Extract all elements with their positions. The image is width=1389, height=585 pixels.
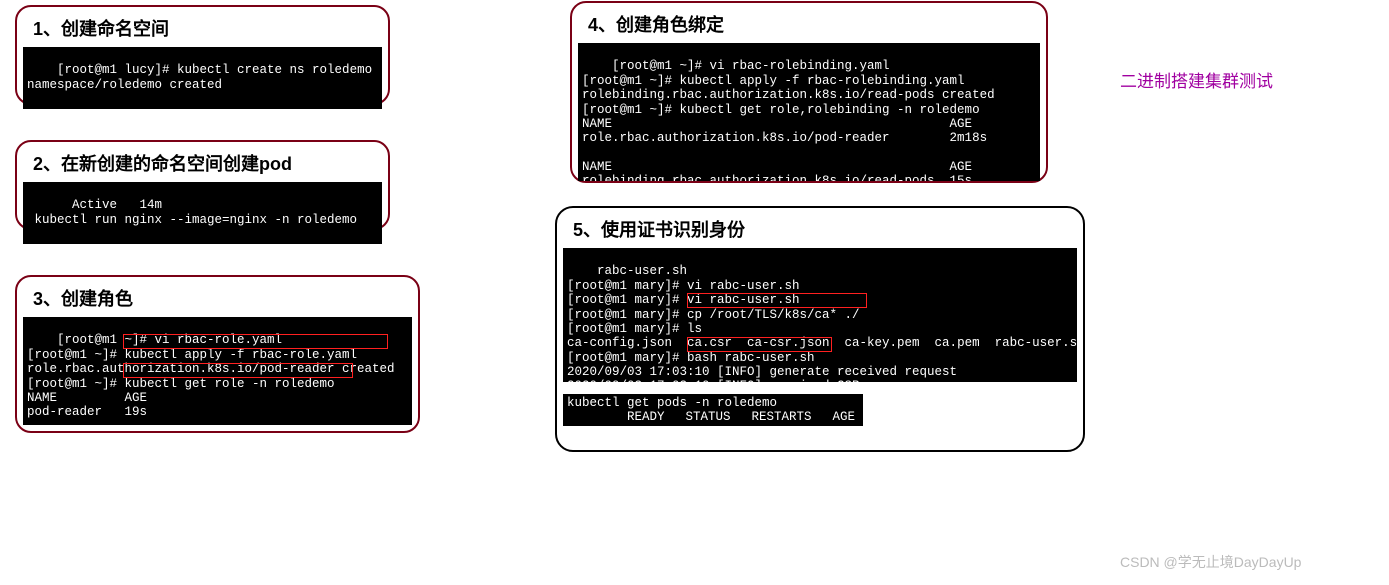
box-5-cert: 5、使用证书识别身份 rabc-user.sh [root@m1 mary]# … [555,206,1085,452]
terminal-line: [root@m1 ~]# kubectl get role,rolebindin… [582,103,980,117]
box1-title: 1、创建命名空间 [33,15,382,41]
col-status: STATUS [685,410,730,424]
terminal-line: [root@m1 ~]# kubectl apply -f rbac-roleb… [582,74,965,88]
terminal-line: [root@m1 ~]# kubectl get role -n roledem… [27,377,335,391]
terminal-line: 2020/09/03 17:03:10 [INFO] received CSR [567,379,860,382]
terminal-line: [root@m1 lucy]# kubectl create ns rolede… [57,63,372,77]
terminal-line: [root@m1 ~]# vi rbac-rolebinding.yaml [612,59,890,73]
box5-terminal-b: kubectl get pods -n roledemo READY STATU… [563,394,863,426]
box5-title: 5、使用证书识别身份 [573,216,1077,242]
col-ready: READY [627,410,665,424]
terminal-line: rolebinding.rbac.authorization.k8s.io/re… [582,174,972,181]
col-restarts: RESTARTS [751,410,811,424]
terminal-line: rabc-user.sh [597,264,687,278]
terminal-line: Active 14m [57,198,162,212]
terminal-line: [root@m1 mary]# vi rabc-user.sh [567,293,800,307]
terminal-line: [root@m1 ~]# kubectl apply -f rbac-role.… [27,348,357,362]
box2-title: 2、在新创建的命名空间创建pod [33,150,382,176]
terminal-line: [root@m1 mary]# ls [567,322,702,336]
terminal-line: [root@m1 ~]# vi rbac-role.yaml [57,333,282,347]
terminal-line: kubectl run nginx --image=nginx -n roled… [27,213,357,227]
terminal-line: pod-reader 19s [27,405,147,419]
watermark: CSDN @学无止境DayDayUp [1120,552,1301,572]
side-annotation: 二进制搭建集群测试 [1120,67,1273,92]
terminal-line: rolebinding.rbac.authorization.k8s.io/re… [582,88,995,102]
box-4-rolebinding: 4、创建角色绑定 [root@m1 ~]# vi rbac-rolebindin… [570,1,1048,183]
box3-title: 3、创建角色 [33,285,412,311]
terminal-line: NAME AGE [27,391,147,405]
terminal-line: namespace/roledemo created [27,78,222,92]
terminal-line: ca-config.json ca.csr ca-csr.json ca-key… [567,336,1077,350]
terminal-line: role.rbac.authorization.k8s.io/pod-reade… [582,131,987,145]
box-1-namespace: 1、创建命名空间 [root@m1 lucy]# kubectl create … [15,5,390,105]
terminal-line: kubectl get pods -n roledemo [567,396,859,410]
box2-terminal: Active 14m kubectl run nginx --image=ngi… [23,182,382,244]
box-3-create-role: 3、创建角色 [root@m1 ~]# vi rbac-role.yaml [r… [15,275,420,433]
col-age: AGE [832,410,855,424]
terminal-line: 2020/09/03 17:03:10 [INFO] generate rece… [567,365,957,379]
terminal-line: NAME AGE [582,117,972,131]
terminal-line: [root@m1 mary]# bash rabc-user.sh [567,351,815,365]
box3-terminal: [root@m1 ~]# vi rbac-role.yaml [root@m1 … [23,317,412,425]
terminal-line: role.rbac.authorization.k8s.io/pod-reade… [27,362,395,376]
box-2-create-pod: 2、在新创建的命名空间创建pod Active 14m kubectl run … [15,140,390,230]
box5-terminal-a: rabc-user.sh [root@m1 mary]# vi rabc-use… [563,248,1077,382]
box4-terminal: [root@m1 ~]# vi rbac-rolebinding.yaml [r… [578,43,1040,181]
terminal-line: [root@m1 mary]# vi rabc-user.sh [567,279,800,293]
box4-title: 4、创建角色绑定 [588,11,1040,37]
terminal-line: [root@m1 mary]# cp /root/TLS/k8s/ca* ./ [567,308,860,322]
box1-terminal: [root@m1 lucy]# kubectl create ns rolede… [23,47,382,109]
terminal-line: NAME AGE [582,160,972,174]
